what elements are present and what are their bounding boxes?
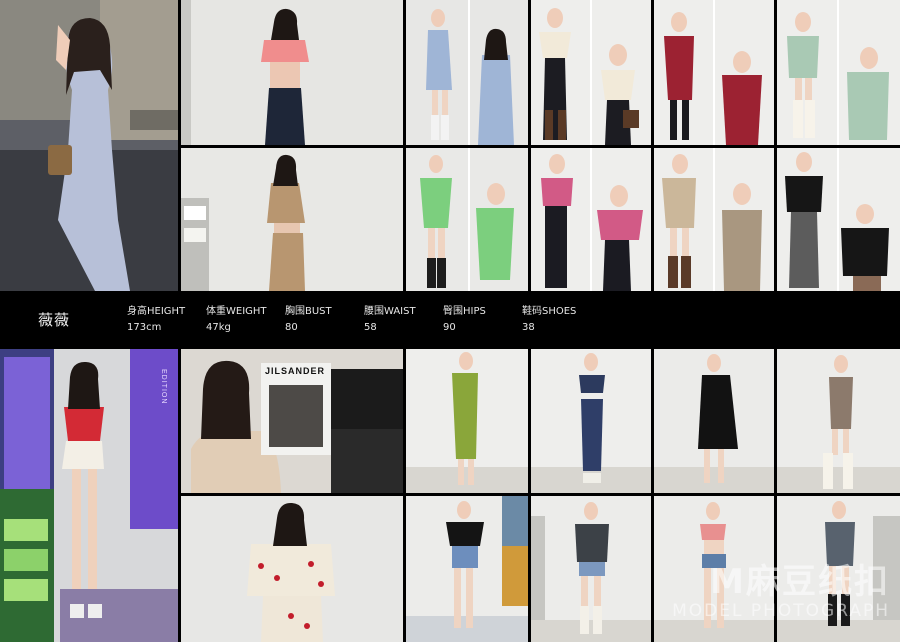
stat-shoes-value: 38 — [522, 322, 535, 333]
stat-weight: 体重WEIGHT 47kg — [206, 304, 267, 336]
model-name: 薇薇 — [38, 311, 71, 329]
photo-cream-offshoulder — [531, 0, 651, 145]
photo-black-slit-dress — [654, 349, 774, 493]
stat-weight-value: 47kg — [206, 322, 231, 333]
photo-blue-knit-dress — [406, 0, 528, 145]
stat-waist-label: 腰围WAIST — [364, 306, 416, 317]
store-sign-text: EDITION — [160, 369, 167, 405]
photo-black-cardigan — [777, 148, 900, 291]
photo-magazine-portrait: JILSANDER — [181, 349, 403, 493]
photo-red-top-store: EDITION — [0, 349, 178, 642]
photo-beige-knit-set — [181, 148, 403, 291]
photo-grey-knit-mini — [777, 496, 900, 642]
stat-waist-value: 58 — [364, 322, 377, 333]
stat-shoes: 鞋码SHOES 38 — [522, 304, 576, 336]
photo-cherry-cardigan — [181, 496, 403, 642]
stat-height-value: 173cm — [127, 322, 162, 333]
photo-pink-stripe-sweater — [531, 148, 651, 291]
stat-hips-label: 臀围HIPS — [443, 306, 486, 317]
photo-denim-set — [531, 349, 651, 493]
magazine-title: JILSANDER — [265, 366, 326, 376]
stat-shoes-label: 鞋码SHOES — [522, 306, 577, 317]
stat-hips: 臀围HIPS 90 — [443, 304, 486, 336]
stat-bust: 胸围BUST 80 — [285, 304, 332, 336]
stat-hips-value: 90 — [443, 322, 456, 333]
photo-green-offshoulder — [406, 148, 528, 291]
photo-taupe-mini-dress — [777, 349, 900, 493]
stat-bust-label: 胸围BUST — [285, 306, 332, 317]
photo-street-portrait — [0, 0, 178, 291]
photo-red-knit-dress — [654, 0, 774, 145]
stat-waist: 腰围WAIST 58 — [364, 304, 416, 336]
model-stats-bar: 薇薇 身高HEIGHT 173cm 体重WEIGHT 47kg 胸围BUST 8… — [0, 292, 900, 348]
stat-height: 身高HEIGHT 173cm — [127, 304, 185, 336]
photo-black-offshoulder-shorts — [406, 496, 528, 642]
photo-mint-sweater — [777, 0, 900, 145]
photo-olive-knit-dress — [406, 349, 528, 493]
photo-grey-sweater-shorts — [531, 496, 651, 642]
photo-pink-top-denim-shorts — [654, 496, 774, 642]
stat-weight-label: 体重WEIGHT — [206, 306, 267, 317]
photo-houndstooth-set — [654, 148, 774, 291]
photo-pink-crop-top — [181, 0, 403, 145]
stat-height-label: 身高HEIGHT — [127, 306, 186, 317]
stat-bust-value: 80 — [285, 322, 298, 333]
